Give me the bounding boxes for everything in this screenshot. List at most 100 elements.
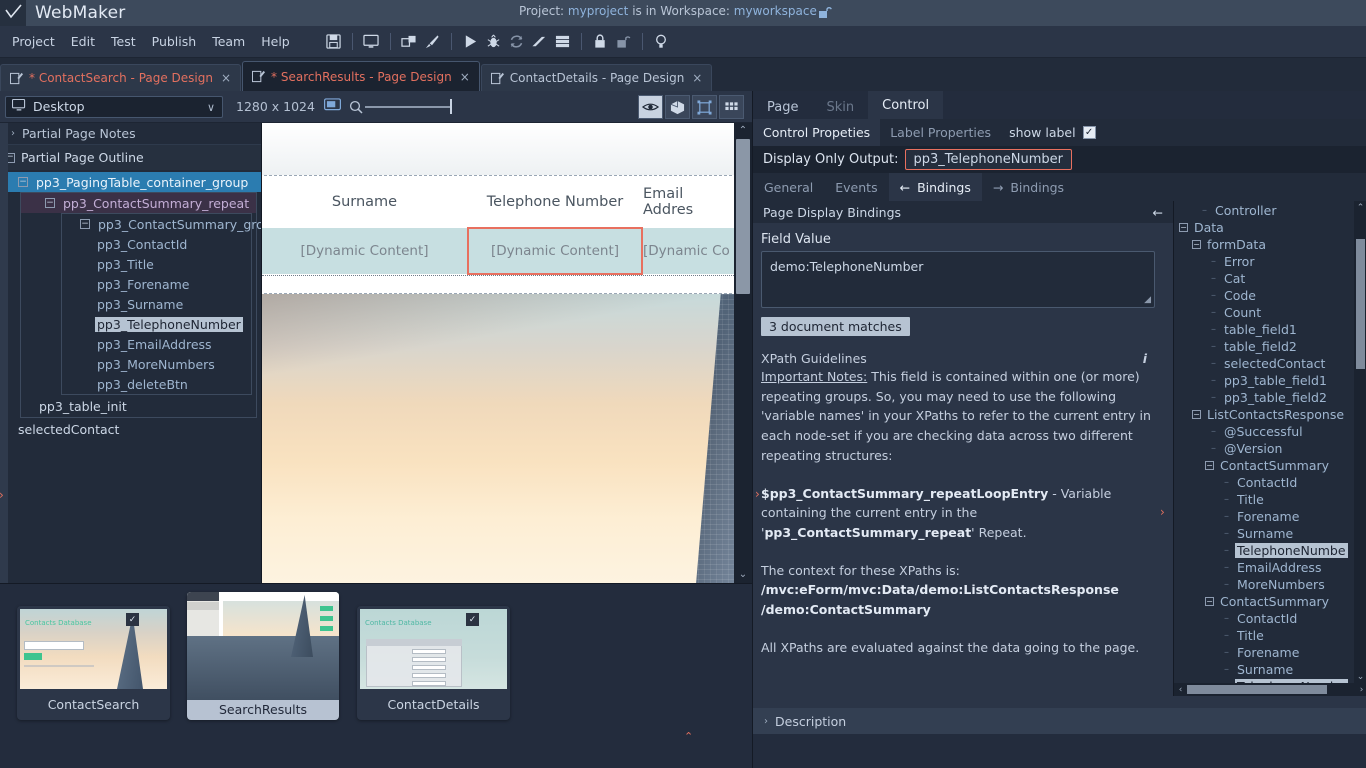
zoom-thumb[interactable] xyxy=(449,99,452,114)
tree-item-morenumbers[interactable]: pp3_MoreNumbers xyxy=(62,354,251,374)
thumbnail-searchresults[interactable]: SearchResults xyxy=(187,592,339,720)
tree-item-contactsummary-group[interactable]: − pp3_ContactSummary_group xyxy=(62,214,261,234)
data-node-morenumbers-1[interactable]: – MoreNumbers xyxy=(1174,576,1366,593)
display-only-output-value[interactable]: pp3_TelephoneNumber xyxy=(904,149,1073,170)
data-node-successful-attr[interactable]: – @Successful xyxy=(1174,423,1366,440)
zoom-track[interactable] xyxy=(364,105,450,108)
data-node-contactsummary-1[interactable]: − ContactSummary xyxy=(1174,457,1366,474)
data-tree-vscrollbar[interactable]: ⌃ ⌄ xyxy=(1354,201,1366,683)
scroll-down-icon[interactable]: ⌄ xyxy=(734,567,752,581)
cell-telephone-number[interactable]: [Dynamic Content] xyxy=(467,243,643,259)
tree-item-contactid[interactable]: pp3_ContactId xyxy=(62,234,251,254)
data-node-contactid-2[interactable]: – ContactId xyxy=(1174,610,1366,627)
close-icon[interactable]: × xyxy=(690,71,702,85)
data-node-code[interactable]: – Code xyxy=(1174,287,1366,304)
scroll-up-icon[interactable]: ⌃ xyxy=(1354,201,1366,214)
tree-item-title[interactable]: pp3_Title xyxy=(62,254,251,274)
collapse-icon[interactable]: − xyxy=(1192,410,1201,419)
scroll-thumb[interactable] xyxy=(736,139,750,294)
scroll-left-icon[interactable]: ‹ xyxy=(1174,685,1187,695)
close-icon[interactable]: × xyxy=(219,71,231,85)
collapse-icon[interactable]: − xyxy=(18,177,28,187)
menu-project[interactable]: Project xyxy=(4,30,63,53)
tab-input-bindings[interactable]: ← Bindings xyxy=(888,173,982,201)
lock-closed-icon[interactable] xyxy=(589,30,612,53)
resize-grip-icon[interactable]: ◢ xyxy=(1144,295,1151,305)
collapse-icon[interactable]: − xyxy=(1205,461,1214,470)
frame-outline-icon[interactable] xyxy=(692,95,717,119)
data-node-table-field2[interactable]: – table_field2 xyxy=(1174,338,1366,355)
menu-test[interactable]: Test xyxy=(103,30,144,53)
canvas-scrollbar[interactable]: ⌃ ⌄ xyxy=(734,123,752,583)
data-node-data[interactable]: − Data xyxy=(1174,219,1366,236)
tab-control-properties[interactable]: Control Propeties xyxy=(753,119,881,146)
play-icon[interactable] xyxy=(459,30,482,53)
menu-help[interactable]: Help xyxy=(253,30,298,53)
data-tree-hscrollbar[interactable]: ‹ › xyxy=(1174,683,1366,696)
data-node-contactid-1[interactable]: – ContactId xyxy=(1174,474,1366,491)
copy-pages-icon[interactable] xyxy=(398,30,421,53)
splitter-expand-icon[interactable]: › xyxy=(0,488,4,502)
collapse-arrow-icon[interactable]: ← xyxy=(1153,205,1163,220)
tree-item-deletebtn[interactable]: pp3_deleteBtn xyxy=(62,374,251,394)
data-node-error[interactable]: – Error xyxy=(1174,253,1366,270)
bottom-collapse-arrow[interactable]: ⌃ xyxy=(684,730,693,743)
data-node-controller[interactable]: – Controller xyxy=(1174,202,1366,219)
tab-searchresults[interactable]: * SearchResults - Page Design × xyxy=(242,61,480,91)
scroll-right-icon[interactable]: › xyxy=(1355,685,1366,695)
menu-publish[interactable]: Publish xyxy=(144,30,205,53)
save-icon[interactable] xyxy=(322,30,345,53)
data-node-contactsummary-2[interactable]: − ContactSummary xyxy=(1174,593,1366,610)
panel-splitter-arrow-right[interactable]: › xyxy=(1160,505,1165,519)
info-icon[interactable]: i xyxy=(1143,351,1155,366)
collapse-icon[interactable]: − xyxy=(1205,597,1214,606)
tree-item-table-init[interactable]: pp3_table_init xyxy=(21,395,256,417)
unlocked-padlock-icon[interactable] xyxy=(818,6,832,19)
cell-surname[interactable]: [Dynamic Content] xyxy=(262,243,467,259)
tree-item-telephonenumber[interactable]: pp3_TelephoneNumber xyxy=(62,314,251,334)
collapse-icon[interactable]: − xyxy=(80,219,90,229)
scroll-up-icon[interactable]: ⌃ xyxy=(734,123,752,137)
thumbnail-contactdetails[interactable]: ✓ Contacts Database ContactDetails xyxy=(357,606,510,720)
data-node-version-attr[interactable]: – @Version xyxy=(1174,440,1366,457)
tree-item-pagingtable-container-group[interactable]: − pp3_PagingTable_container_group xyxy=(0,172,261,192)
tab-contactdetails[interactable]: ContactDetails - Page Design × xyxy=(480,64,713,91)
scroll-thumb[interactable] xyxy=(1356,239,1365,369)
data-node-forename-1[interactable]: – Forename xyxy=(1174,508,1366,525)
tab-page[interactable]: Page xyxy=(753,95,812,119)
data-node-listcontactsresponse[interactable]: − ListContactsResponse xyxy=(1174,406,1366,423)
data-node-formdata[interactable]: − formData xyxy=(1174,236,1366,253)
collapse-icon[interactable]: − xyxy=(45,198,55,208)
tree-item-emailaddress[interactable]: pp3_EmailAddress xyxy=(62,334,251,354)
monitor-icon[interactable] xyxy=(360,30,383,53)
paint-brush-icon[interactable] xyxy=(421,30,444,53)
tab-events[interactable]: Events xyxy=(824,173,888,201)
menu-edit[interactable]: Edit xyxy=(63,30,103,53)
lightbulb-icon[interactable] xyxy=(650,30,673,53)
lock-open-icon[interactable] xyxy=(612,30,635,53)
field-value-input[interactable]: demo:TelephoneNumber ◢ xyxy=(761,251,1155,308)
tab-output-bindings[interactable]: → Bindings xyxy=(982,173,1075,201)
collapse-icon[interactable]: − xyxy=(1192,240,1201,249)
data-node-selectedcontact[interactable]: – selectedContact xyxy=(1174,355,1366,372)
data-node-pp3-table-field2[interactable]: – pp3_table_field2 xyxy=(1174,389,1366,406)
description-section[interactable]: › Description xyxy=(753,708,1366,734)
data-node-cat[interactable]: – Cat xyxy=(1174,270,1366,287)
scroll-down-icon[interactable]: ⌄ xyxy=(1354,670,1366,683)
menu-team[interactable]: Team xyxy=(204,30,253,53)
cube-3d-icon[interactable] xyxy=(665,95,690,119)
zoom-slider[interactable] xyxy=(349,99,452,114)
eraser-icon[interactable] xyxy=(528,30,551,53)
tree-item-contactsummary-repeat[interactable]: − pp3_ContactSummary_repeat xyxy=(21,193,256,213)
data-node-title-2[interactable]: – Title xyxy=(1174,627,1366,644)
left-splitter[interactable]: › xyxy=(0,123,8,583)
data-node-count[interactable]: – Count xyxy=(1174,304,1366,321)
document-matches-badge[interactable]: 3 document matches xyxy=(761,317,910,336)
data-node-emailaddress-1[interactable]: – EmailAddress xyxy=(1174,559,1366,576)
grid-icon[interactable] xyxy=(719,95,744,119)
data-node-surname-1[interactable]: – Surname xyxy=(1174,525,1366,542)
tree-item-surname[interactable]: pp3_Surname xyxy=(62,294,251,314)
data-node-surname-2[interactable]: – Surname xyxy=(1174,661,1366,678)
tab-control[interactable]: Control xyxy=(868,91,944,119)
page-design-canvas[interactable]: Surname Telephone Number Email Addres [D… xyxy=(262,123,752,583)
